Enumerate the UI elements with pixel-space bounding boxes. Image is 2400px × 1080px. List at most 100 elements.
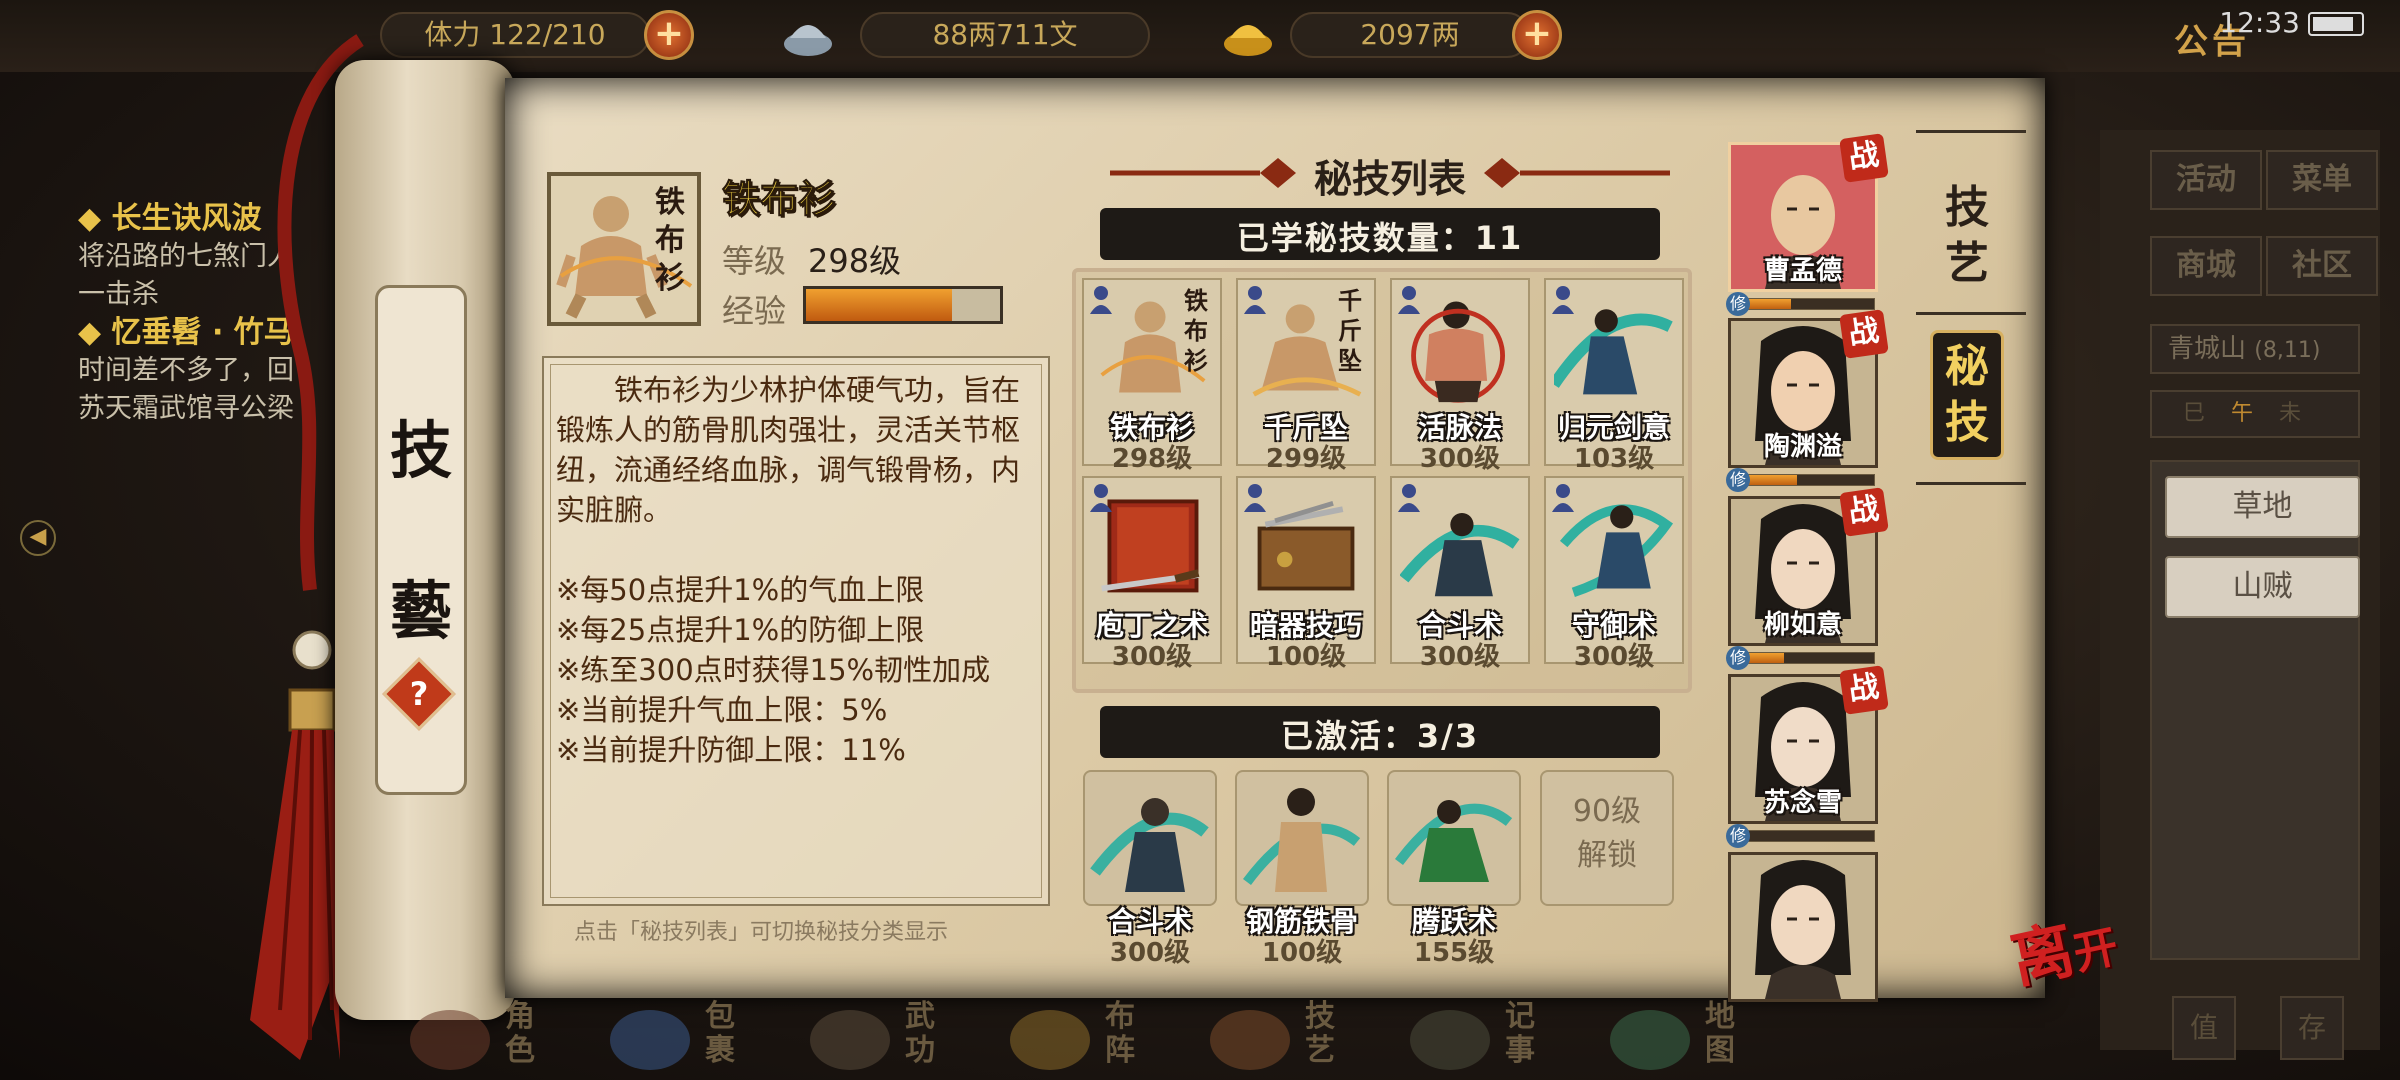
locked-label: 解锁: [1577, 838, 1637, 873]
tab-jiyi[interactable]: 技艺: [1930, 180, 2004, 292]
character-card[interactable]: [1728, 852, 1878, 1002]
character-xp-bar: [1745, 474, 1875, 486]
leap-icon: [1395, 800, 1513, 882]
activated-slot-2[interactable]: [1235, 770, 1369, 906]
exp-bar-fill: [806, 289, 952, 321]
learned-count: 已学秘技数量：11: [1236, 219, 1524, 257]
cell-calligraphy: 千斤坠: [1338, 286, 1362, 375]
tab-jiyi-label: 技艺: [1945, 182, 1989, 289]
activated-count: 已激活：3/3: [1280, 717, 1480, 755]
compass-right: 未: [2279, 401, 2328, 426]
character-name: 苏念雪: [1763, 788, 1842, 818]
skill-card[interactable]: 活脉法 300级: [1390, 278, 1530, 474]
add-gold-button[interactable]: +: [1512, 10, 1562, 60]
skill-card-level: 300级: [1419, 642, 1501, 672]
skill-card[interactable]: 守御术 300级: [1544, 476, 1684, 672]
skill-card[interactable]: 千斤坠 千斤坠 299级: [1236, 278, 1376, 474]
nav-label: 武功: [905, 999, 935, 1068]
collapse-arrow-icon[interactable]: ◀: [20, 520, 56, 556]
person-icon: [1552, 484, 1574, 512]
character-portrait-icon: [1755, 860, 1851, 999]
bottom-button-1[interactable]: 值: [2172, 996, 2236, 1060]
selected-skill-portrait: 铁布衫: [547, 172, 701, 326]
game-screen: 体力 122/210 + 88两711文 2097两 + 公告 12:33 ◆ …: [0, 0, 2400, 1080]
skill-list-title[interactable]: 秘技列表: [1270, 148, 1510, 203]
cultivation-icon: 修: [1726, 468, 1750, 492]
person-icon: [1552, 286, 1574, 314]
activated-level-1: 300级: [1109, 938, 1191, 968]
time-compass: 巳午未: [2150, 390, 2360, 438]
nav-label: 包裹: [705, 999, 735, 1068]
character-xp-bar: [1745, 298, 1875, 310]
skill-card-level: 100级: [1265, 642, 1347, 672]
stamina-value: 122/210: [489, 18, 606, 51]
npc-bandit[interactable]: 山贼: [2165, 556, 2360, 618]
activated-slot-1[interactable]: [1083, 770, 1217, 906]
gold-value: 2097两: [1360, 18, 1460, 51]
tab-divider: [1916, 130, 2026, 133]
nav-icon: [610, 1010, 690, 1070]
gold-display: 2097两: [1290, 12, 1530, 58]
silver-value: 88两711文: [932, 18, 1078, 51]
battle-badge: 战: [1839, 665, 1889, 715]
person-icon: [1398, 484, 1420, 512]
activated-level-2: 100级: [1261, 938, 1343, 968]
help-icon: ?: [409, 675, 429, 713]
location-coord: (8,11): [2254, 338, 2321, 363]
battle-badge: 战: [1839, 309, 1889, 359]
shop-button[interactable]: 商城: [2150, 236, 2262, 296]
silver-display: 88两711文: [860, 12, 1150, 58]
tab-miji-label: 秘技: [1945, 341, 1989, 448]
cell-calligraphy: 铁布衫: [1184, 286, 1208, 375]
npc-grassland[interactable]: 草地: [2165, 476, 2360, 538]
skill-card-level: 300级: [1419, 444, 1501, 474]
gold-ingot-icon: [1224, 25, 1272, 56]
add-stamina-button[interactable]: +: [644, 10, 694, 60]
skill-card[interactable]: 庖丁之术 300级: [1082, 476, 1222, 672]
portrait-calligraphy: 铁布衫: [655, 185, 685, 296]
level-label: 等级: [722, 242, 787, 280]
bottom-button-2[interactable]: 存: [2280, 996, 2344, 1060]
community-button[interactable]: 社区: [2266, 236, 2378, 296]
cultivation-icon: 修: [1726, 824, 1750, 848]
dual-fighter-icon: [1090, 798, 1209, 892]
compass-left: 巳: [2182, 401, 2231, 426]
character-xp-bar: [1745, 830, 1875, 842]
tab-divider: [1916, 482, 2026, 485]
location-name: 青城山: [2168, 334, 2247, 364]
skill-card-level: 300级: [1111, 642, 1193, 672]
effect-line: ※每25点提升1%的防御上限: [556, 613, 925, 647]
nav-label: 地图: [1705, 999, 1735, 1068]
category-char-2: 藝: [389, 574, 452, 647]
menu-button[interactable]: 菜单: [2266, 150, 2378, 210]
activated-slot-3[interactable]: [1387, 770, 1521, 906]
skill-card-level: 298级: [1111, 444, 1193, 474]
level-value: 298级: [808, 242, 902, 280]
activity-button[interactable]: 活动: [2150, 150, 2262, 210]
effect-line: ※当前提升防御上限：11%: [556, 733, 906, 767]
location-display[interactable]: 青城山 (8,11): [2150, 324, 2360, 374]
activated-level-3: 155级: [1413, 938, 1495, 968]
nav-icon: [810, 1010, 890, 1070]
character-xp-bar: [1745, 652, 1875, 664]
cultivation-icon: 修: [1726, 292, 1750, 316]
stamina-label: 体力: [424, 18, 481, 51]
skill-card[interactable]: 铁布衫 铁布衫 298级: [1082, 278, 1222, 474]
skill-card[interactable]: 归元剑意 103级: [1544, 278, 1684, 474]
character-name: 曹孟德: [1763, 256, 1842, 286]
stamina-display: 体力 122/210: [380, 12, 650, 58]
nav-label: 记事: [1505, 999, 1535, 1068]
hint-text: 点击「秘技列表」可切换秘技分类显示: [574, 920, 949, 945]
skill-card[interactable]: 暗器技巧 100级: [1236, 476, 1376, 672]
nav-icon: [1010, 1010, 1090, 1070]
description-text: 铁布衫为少林护体硬气功，旨在锻炼人的筋骨肌肉强壮，灵活关节枢纽，流通经络血脉，调…: [556, 370, 1036, 770]
nav-icon: [410, 1010, 490, 1070]
description-intro: 铁布衫为少林护体硬气功，旨在锻炼人的筋骨肌肉强壮，灵活关节枢纽，流通经络血脉，调…: [556, 373, 1021, 527]
category-char-1: 技: [389, 414, 452, 487]
skill-card[interactable]: 合斗术 300级: [1390, 476, 1530, 672]
person-icon: [1398, 286, 1420, 314]
nav-label: 技艺: [1305, 999, 1335, 1068]
tab-miji[interactable]: 秘技: [1930, 330, 2004, 460]
effect-line: ※练至300点时获得15%韧性加成: [556, 653, 991, 687]
cultivation-icon: 修: [1726, 646, 1750, 670]
